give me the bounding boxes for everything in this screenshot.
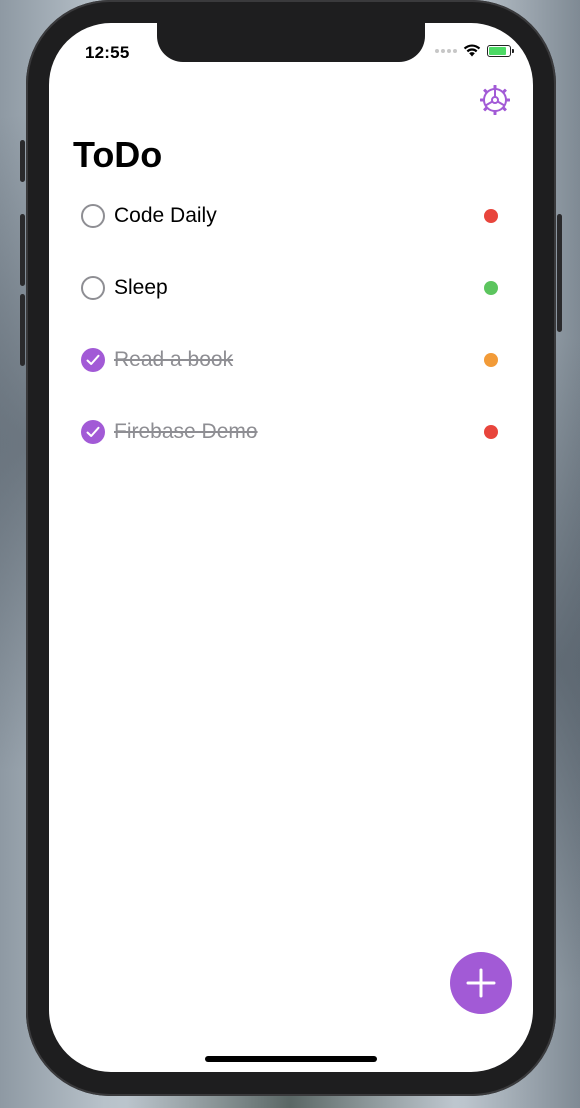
status-time: 12:55: [85, 43, 130, 62]
checkmark-icon: [86, 354, 100, 365]
power-button: [557, 214, 562, 332]
plus-icon: [466, 968, 496, 998]
battery-icon: [487, 44, 514, 57]
todo-item[interactable]: Read a book: [49, 324, 533, 396]
mute-switch: [20, 140, 25, 182]
status-indicators: [435, 44, 514, 57]
todo-item[interactable]: Code Daily: [49, 180, 533, 252]
battery-level: [489, 46, 506, 55]
notch: [157, 23, 425, 62]
priority-dot: [484, 425, 498, 439]
wifi-icon: [463, 44, 481, 57]
priority-dot: [484, 281, 498, 295]
todo-label: Sleep: [114, 276, 168, 299]
todo-checkbox[interactable]: [81, 348, 105, 372]
cellular-signal-icon: [435, 48, 457, 53]
todo-label: Firebase Demo: [114, 420, 258, 443]
todo-list: Code Daily Sleep Read a book Firebase De…: [49, 180, 533, 468]
priority-dot: [484, 209, 498, 223]
todo-item[interactable]: Firebase Demo: [49, 396, 533, 468]
todo-checkbox[interactable]: [81, 204, 105, 228]
app-screen: 12:55 ToDo Code Daily Sleep Read a book …: [49, 23, 533, 1072]
todo-checkbox[interactable]: [81, 276, 105, 300]
todo-checkbox[interactable]: [81, 420, 105, 444]
checkmark-icon: [86, 426, 100, 437]
volume-up-button: [20, 214, 25, 286]
add-todo-button[interactable]: [450, 952, 512, 1014]
home-indicator: [205, 1056, 377, 1062]
settings-button[interactable]: [479, 84, 511, 116]
todo-item[interactable]: Sleep: [49, 252, 533, 324]
priority-dot: [484, 353, 498, 367]
volume-down-button: [20, 294, 25, 366]
todo-label: Code Daily: [114, 204, 217, 227]
gear-icon: [480, 85, 510, 115]
todo-label: Read a book: [114, 348, 234, 371]
page-title: ToDo: [73, 134, 163, 175]
